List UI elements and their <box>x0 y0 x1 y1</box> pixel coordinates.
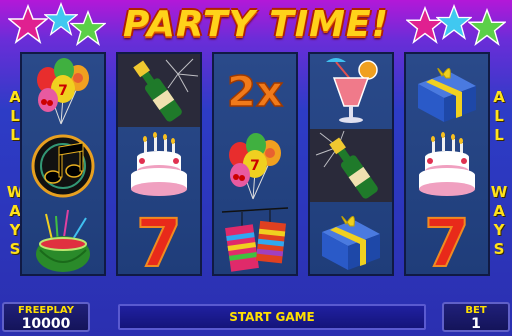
side-letter: S <box>9 240 21 258</box>
symbol-champagne <box>310 129 392 202</box>
start-game-button[interactable]: START GAME <box>118 304 426 330</box>
symbol-gift-bags <box>214 202 296 275</box>
champagne-icon <box>310 129 392 202</box>
side-letter: S <box>493 240 505 258</box>
reel-1: 7 <box>20 52 106 276</box>
bet-panel[interactable]: BET 1 <box>442 302 510 332</box>
star-icon <box>468 8 506 46</box>
symbol-balloons: 7 <box>22 54 104 127</box>
side-letter: L <box>10 126 20 144</box>
header: PARTY TIME! <box>0 0 512 52</box>
svg-text:7: 7 <box>250 158 260 174</box>
symbol-seven: 7 <box>118 202 200 275</box>
star-icon <box>70 10 106 46</box>
side-letter: A <box>493 88 505 106</box>
birthday-cake-icon <box>131 131 187 196</box>
reels: 7 7 2x 7 7 <box>20 52 492 278</box>
gift-bags-icon <box>221 206 289 272</box>
side-letter: Y <box>9 221 21 239</box>
music-note-icon <box>31 134 95 197</box>
reel-2: 7 <box>116 52 202 276</box>
symbol-multiplier: 2x <box>214 54 296 127</box>
symbol-gift-box <box>310 202 392 275</box>
gift-box-icon <box>322 215 380 270</box>
star-icon <box>8 4 48 44</box>
side-letter: Y <box>493 221 505 239</box>
symbol-music-note <box>22 129 104 202</box>
symbol-gift-box <box>406 54 488 127</box>
symbol-cocktail <box>310 54 392 127</box>
balloons-icon: 7 <box>37 57 89 124</box>
reel-5: 7 <box>404 52 490 276</box>
seven-icon: 7 <box>135 204 183 274</box>
watermelon-drink-icon <box>36 209 90 272</box>
reel-4 <box>308 52 394 276</box>
symbol-watermelon-drink <box>22 202 104 275</box>
reel-3: 2x 7 <box>212 52 298 276</box>
multiplier-text: 2x <box>227 67 283 116</box>
freeplay-panel: FREEPLAY 10000 <box>2 302 90 332</box>
side-letter: L <box>10 107 20 125</box>
multiplier-2x-icon: 2x <box>226 66 284 117</box>
gift-box-icon <box>418 67 476 122</box>
side-letter: W <box>490 183 508 201</box>
champagne-icon <box>118 54 200 127</box>
symbol-birthday-cake <box>118 129 200 202</box>
symbol-birthday-cake <box>406 129 488 202</box>
side-letter: A <box>493 202 505 220</box>
seven-text: 7 <box>424 205 470 274</box>
balloons-icon: 7 <box>229 132 281 199</box>
slot-game: PARTY TIME! A L L W A Y S A L L W A Y S <box>0 0 512 336</box>
star-icon <box>436 4 472 40</box>
seven-icon: 7 <box>423 204 471 274</box>
side-letter: L <box>494 107 504 125</box>
seven-text: 7 <box>136 205 182 274</box>
symbol-champagne <box>118 54 200 127</box>
bet-value: 1 <box>471 316 481 332</box>
side-letter: L <box>494 126 504 144</box>
symbol-balloons: 7 <box>214 129 296 202</box>
svg-text:7: 7 <box>58 83 68 99</box>
birthday-cake-icon <box>419 131 475 196</box>
symbol-seven: 7 <box>406 202 488 275</box>
freeplay-value: 10000 <box>21 316 71 332</box>
cocktail-icon <box>326 57 378 123</box>
game-title: PARTY TIME! <box>123 3 389 45</box>
